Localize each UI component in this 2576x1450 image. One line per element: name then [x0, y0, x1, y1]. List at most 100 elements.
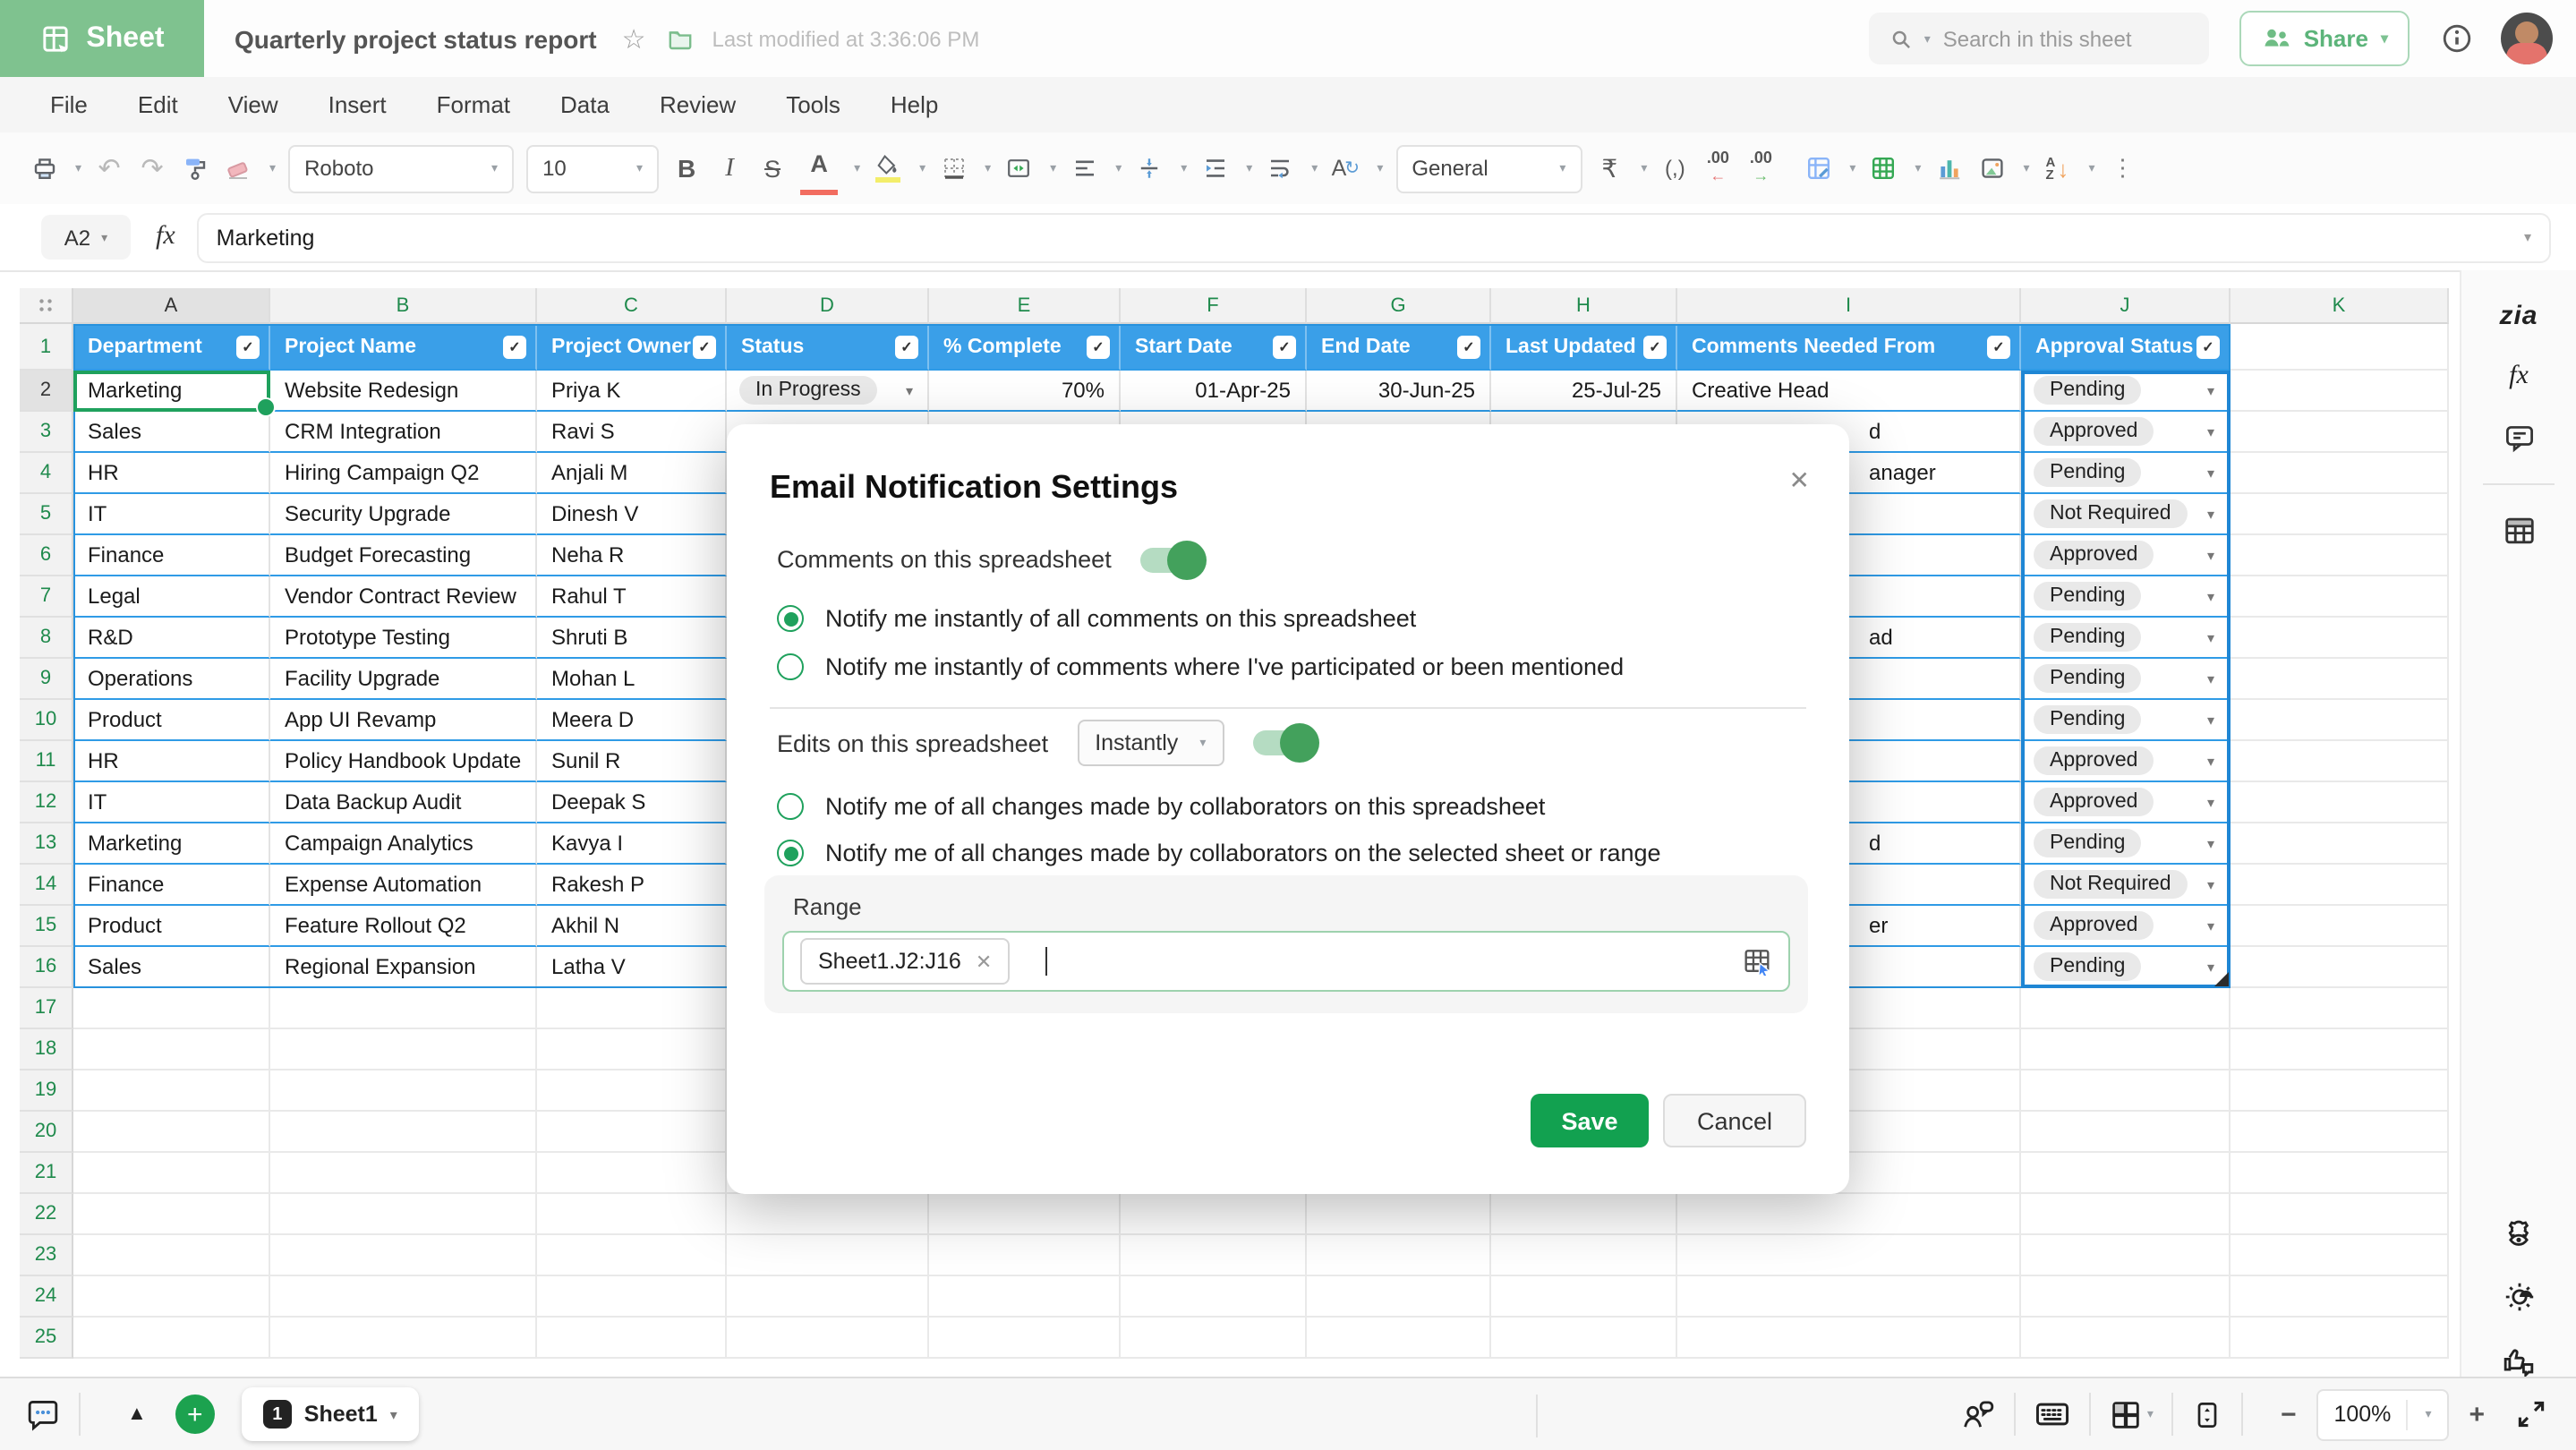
- cell-A4[interactable]: HR: [73, 453, 270, 494]
- table-button[interactable]: [1868, 145, 1898, 192]
- status-pill[interactable]: In Progress: [739, 376, 877, 405]
- cell-J12[interactable]: Approved▾: [2021, 782, 2231, 823]
- cell-K2[interactable]: [2231, 371, 2449, 412]
- cell-A23[interactable]: [73, 1235, 270, 1276]
- cell-A19[interactable]: [73, 1070, 270, 1112]
- approval-pill[interactable]: Pending: [2034, 829, 2141, 857]
- menu-review[interactable]: Review: [660, 91, 736, 118]
- table-header-department[interactable]: Department✓: [73, 324, 270, 371]
- cell-A12[interactable]: IT: [73, 782, 270, 823]
- cell-B23[interactable]: [270, 1235, 537, 1276]
- cell-K14[interactable]: [2231, 865, 2449, 906]
- print-button[interactable]: [29, 145, 59, 192]
- row-header-1[interactable]: 1: [20, 324, 73, 371]
- sheet-list-button[interactable]: ▲: [127, 1403, 147, 1425]
- font-color-chevron-icon[interactable]: ▾: [854, 161, 860, 175]
- cell-D25[interactable]: [727, 1318, 929, 1359]
- cell-K9[interactable]: [2231, 659, 2449, 700]
- cell-H2[interactable]: 25-Jul-25: [1491, 371, 1677, 412]
- cell-C5[interactable]: Dinesh V: [537, 494, 727, 535]
- column-header-G[interactable]: G: [1307, 288, 1491, 324]
- edits-toggle[interactable]: [1252, 730, 1313, 755]
- cell-A3[interactable]: Sales: [73, 412, 270, 453]
- row-header-23[interactable]: 23: [20, 1235, 73, 1276]
- horizontal-align-button[interactable]: [1069, 145, 1099, 192]
- cell-J4[interactable]: Pending▾: [2021, 453, 2231, 494]
- cell-A25[interactable]: [73, 1318, 270, 1359]
- undo-button[interactable]: ↶: [94, 145, 124, 192]
- filter-icon[interactable]: ✓: [503, 335, 526, 358]
- collaborators-icon[interactable]: [1961, 1397, 1997, 1431]
- cell-dropdown-icon[interactable]: ▾: [2207, 753, 2214, 769]
- cell-C14[interactable]: Rakesh P: [537, 865, 727, 906]
- menu-format[interactable]: Format: [437, 91, 510, 118]
- column-header-B[interactable]: B: [270, 288, 537, 324]
- cell-H23[interactable]: [1491, 1235, 1677, 1276]
- table-header-last-updated[interactable]: Last Updated✓: [1491, 324, 1677, 371]
- cell-J10[interactable]: Pending▾: [2021, 700, 2231, 741]
- approval-pill[interactable]: Approved: [2034, 911, 2154, 940]
- cell-B5[interactable]: Security Upgrade: [270, 494, 537, 535]
- borders-chevron-icon[interactable]: ▾: [985, 161, 991, 175]
- search-input[interactable]: ▾ Search in this sheet: [1869, 13, 2209, 64]
- row-header-12[interactable]: 12: [20, 782, 73, 823]
- cell-J6[interactable]: Approved▾: [2021, 535, 2231, 576]
- cell-B19[interactable]: [270, 1070, 537, 1112]
- row-header-9[interactable]: 9: [20, 659, 73, 700]
- currency-chevron-icon[interactable]: ▾: [1641, 161, 1647, 175]
- cell-A9[interactable]: Operations: [73, 659, 270, 700]
- cell-G22[interactable]: [1307, 1194, 1491, 1235]
- cell-C3[interactable]: Ravi S: [537, 412, 727, 453]
- approval-pill[interactable]: Not Required: [2034, 870, 2188, 899]
- cell-C7[interactable]: Rahul T: [537, 576, 727, 618]
- cell-J14[interactable]: Not Required▾: [2021, 865, 2231, 906]
- row-header-10[interactable]: 10: [20, 700, 73, 741]
- row-header-11[interactable]: 11: [20, 741, 73, 782]
- cell-J24[interactable]: [2021, 1276, 2231, 1318]
- user-avatar[interactable]: [2501, 13, 2553, 64]
- app-logo[interactable]: Sheet: [0, 0, 204, 77]
- cell-reference-box[interactable]: A2▾: [41, 215, 131, 260]
- cell-D2[interactable]: In Progress▾: [727, 371, 929, 412]
- fullscreen-icon[interactable]: [2515, 1398, 2547, 1430]
- table-header-status[interactable]: Status✓: [727, 324, 929, 371]
- text-rotate-button[interactable]: A↻: [1330, 145, 1361, 192]
- menu-data[interactable]: Data: [560, 91, 610, 118]
- text-wrap-button[interactable]: [1265, 145, 1295, 192]
- cell-F22[interactable]: [1121, 1194, 1307, 1235]
- approval-pill[interactable]: Not Required: [2034, 499, 2188, 528]
- share-button[interactable]: Share ▾: [2239, 11, 2410, 66]
- cell-K25[interactable]: [2231, 1318, 2449, 1359]
- approval-pill[interactable]: Pending: [2034, 664, 2141, 693]
- formula-input[interactable]: Marketing ▾: [197, 212, 2551, 262]
- cell-A13[interactable]: Marketing: [73, 823, 270, 865]
- fit-to-screen-icon[interactable]: [2191, 1397, 2223, 1431]
- radio-selected-icon[interactable]: [777, 605, 804, 632]
- cell-J8[interactable]: Pending▾: [2021, 618, 2231, 659]
- row-header-19[interactable]: 19: [20, 1070, 73, 1112]
- approval-pill[interactable]: Pending: [2034, 582, 2141, 610]
- indent-button[interactable]: [1199, 145, 1230, 192]
- cell-dropdown-icon[interactable]: ▾: [2207, 917, 2214, 934]
- increase-decimal-button[interactable]: .00→: [1745, 145, 1776, 192]
- comments-notify-option-2[interactable]: Notify me instantly of comments where I'…: [777, 653, 1624, 680]
- folder-icon[interactable]: [665, 24, 694, 53]
- row-header-25[interactable]: 25: [20, 1318, 73, 1359]
- cell-J9[interactable]: Pending▾: [2021, 659, 2231, 700]
- cell-B16[interactable]: Regional Expansion: [270, 947, 537, 988]
- cell-K23[interactable]: [2231, 1235, 2449, 1276]
- zoom-in-button[interactable]: +: [2469, 1399, 2485, 1429]
- cell-B2[interactable]: Website Redesign: [270, 371, 537, 412]
- cell-H25[interactable]: [1491, 1318, 1677, 1359]
- cell-A14[interactable]: Finance: [73, 865, 270, 906]
- cell-dropdown-icon[interactable]: ▾: [2207, 712, 2214, 728]
- eraser-chevron-icon[interactable]: ▾: [269, 161, 276, 175]
- cell-B14[interactable]: Expense Automation: [270, 865, 537, 906]
- row-header-3[interactable]: 3: [20, 412, 73, 453]
- cell-F24[interactable]: [1121, 1276, 1307, 1318]
- row-header-4[interactable]: 4: [20, 453, 73, 494]
- keyboard-shortcuts-icon[interactable]: [2034, 1398, 2072, 1430]
- menu-insert[interactable]: Insert: [328, 91, 387, 118]
- cell-K7[interactable]: [2231, 576, 2449, 618]
- dialog-close-icon[interactable]: ✕: [1789, 465, 1810, 496]
